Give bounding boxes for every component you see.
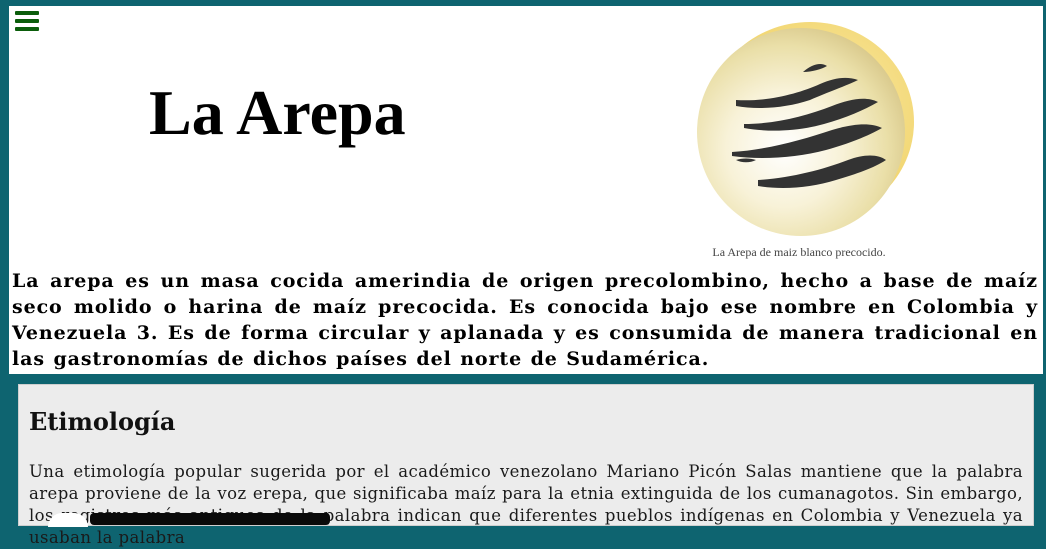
header-panel: La Arepa La Arepa de maiz blanco precoci… [9,6,1043,374]
intro-paragraph: La arepa es un masa cocida amerindia de … [12,270,1038,370]
section-title: Etimología [29,407,176,436]
section-body: Una etimología popular sugerida por el a… [29,462,1023,547]
menu-bar-middle [15,19,39,23]
arepa-figure: La Arepa de maiz blanco precocido. [674,14,934,264]
figure-caption: La Arepa de maiz blanco precocido. [712,245,886,259]
etymology-section: Etimología Una etimología popular sugeri… [18,384,1034,547]
page-title: La Arepa [149,77,406,148]
overlay-avatar[interactable] [48,513,88,527]
menu-bar-top [15,11,39,15]
arepa-image [697,22,914,236]
overlay-toolbar[interactable] [90,513,330,525]
hamburger-menu-icon[interactable] [15,11,39,31]
menu-bar-bottom [15,27,39,31]
